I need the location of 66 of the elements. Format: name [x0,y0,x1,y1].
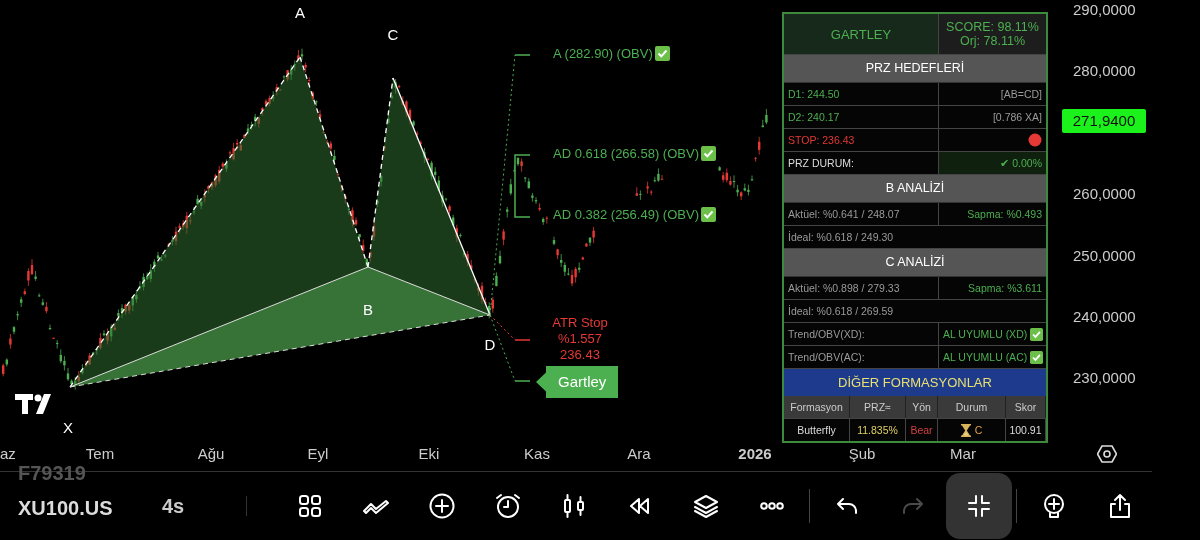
level-label: AD 0.618 (266.58) (OBV) [553,146,699,161]
section-header: DİĞER FORMASYONLAR [784,369,1046,396]
time-label: Ağu [197,445,225,462]
time-label: Eyl [307,445,329,462]
table-cell: Aktüel: %0.641 / 248.07 [788,208,900,220]
time-label: az [0,445,16,462]
time-label: Şub [848,445,876,462]
table-cell: [0.786 XA] [992,111,1042,123]
column-header: Skor [1006,396,1046,418]
stop-label: %1.557 [557,331,603,347]
interval-button[interactable]: 4s [160,490,187,522]
price-label: 280,0000 [1073,62,1136,79]
price-label: 240,0000 [1073,308,1136,325]
table-cell: Butterfly [784,418,850,441]
table-cell: [AB=CD] [1000,88,1042,100]
stop-label: 236.43 [560,347,600,363]
point-label: B [362,301,374,318]
symbol-name[interactable]: XU100.US [18,496,158,520]
column-header: Formasyon [784,396,850,418]
table-cell: Bear [906,418,938,441]
time-label: Mar [950,445,976,462]
point-label: X [62,419,74,436]
stop-label: ATR Stop [552,315,608,331]
column-header: Yön [906,396,938,418]
time-label: Eki [418,445,440,462]
price-label: 250,0000 [1073,247,1136,264]
pattern-title: GARTLEY [784,14,939,54]
table-cell: Sapma: %0.493 [967,208,1042,220]
score-text: SCORE: 98.11% [946,20,1039,34]
table-cell: C [974,424,983,436]
table-cell: Aktüel: %0.898 / 279.33 [788,282,900,294]
price-label: 260,0000 [1073,185,1136,202]
table-cell: PRZ DURUM: [788,157,854,169]
time-label: Kas [524,445,550,462]
table-cell: STOP: 236.43 [788,134,855,146]
table-cell: İdeal: %0.618 / 269.59 [788,305,894,317]
column-header: PRZ≈ [850,396,906,418]
time-label: Tem [85,445,115,462]
table-cell: Trend/OBV(XD): [788,328,865,340]
table-cell: İdeal: %0.618 / 249.30 [788,231,894,243]
table-cell: D1: 244.50 [788,88,840,100]
table-cell: 100.91 [1006,418,1046,441]
level-label: AD 0.382 (256.49) (OBV) [553,207,699,222]
point-label: A [294,4,306,21]
table-cell: AL UYUMLU (XD) [943,328,1028,340]
column-header: Durum [938,396,1006,418]
current-price-badge: 271,9400 [1062,109,1146,133]
section-header: B ANALİZİ [784,175,1046,203]
level-label: A (282.90) (OBV) [553,46,653,61]
score-text: Orj: 78.11% [959,34,1026,48]
table-cell: 11.835% [850,418,906,441]
table-cell: AL UYUMLU (AC) [943,351,1028,363]
point-label: C [386,26,400,43]
price-label: 230,0000 [1073,369,1136,386]
time-label: Ara [627,445,651,462]
table-cell: ✔ 0.00% [1000,157,1042,169]
table-cell: Trend/OBV(AC): [788,351,865,363]
table-cell: D2: 240.17 [788,111,840,123]
table-cell: Sapma: %3.611 [968,282,1042,294]
section-header: PRZ HEDEFLERİ [784,55,1046,83]
section-header: C ANALİZİ [784,249,1046,277]
point-label: D [483,336,497,353]
symbol-code: F79319 [18,462,86,485]
pattern-label: Gartley [536,366,619,398]
price-label: 290,0000 [1073,1,1136,18]
time-label: 2026 [738,445,772,462]
